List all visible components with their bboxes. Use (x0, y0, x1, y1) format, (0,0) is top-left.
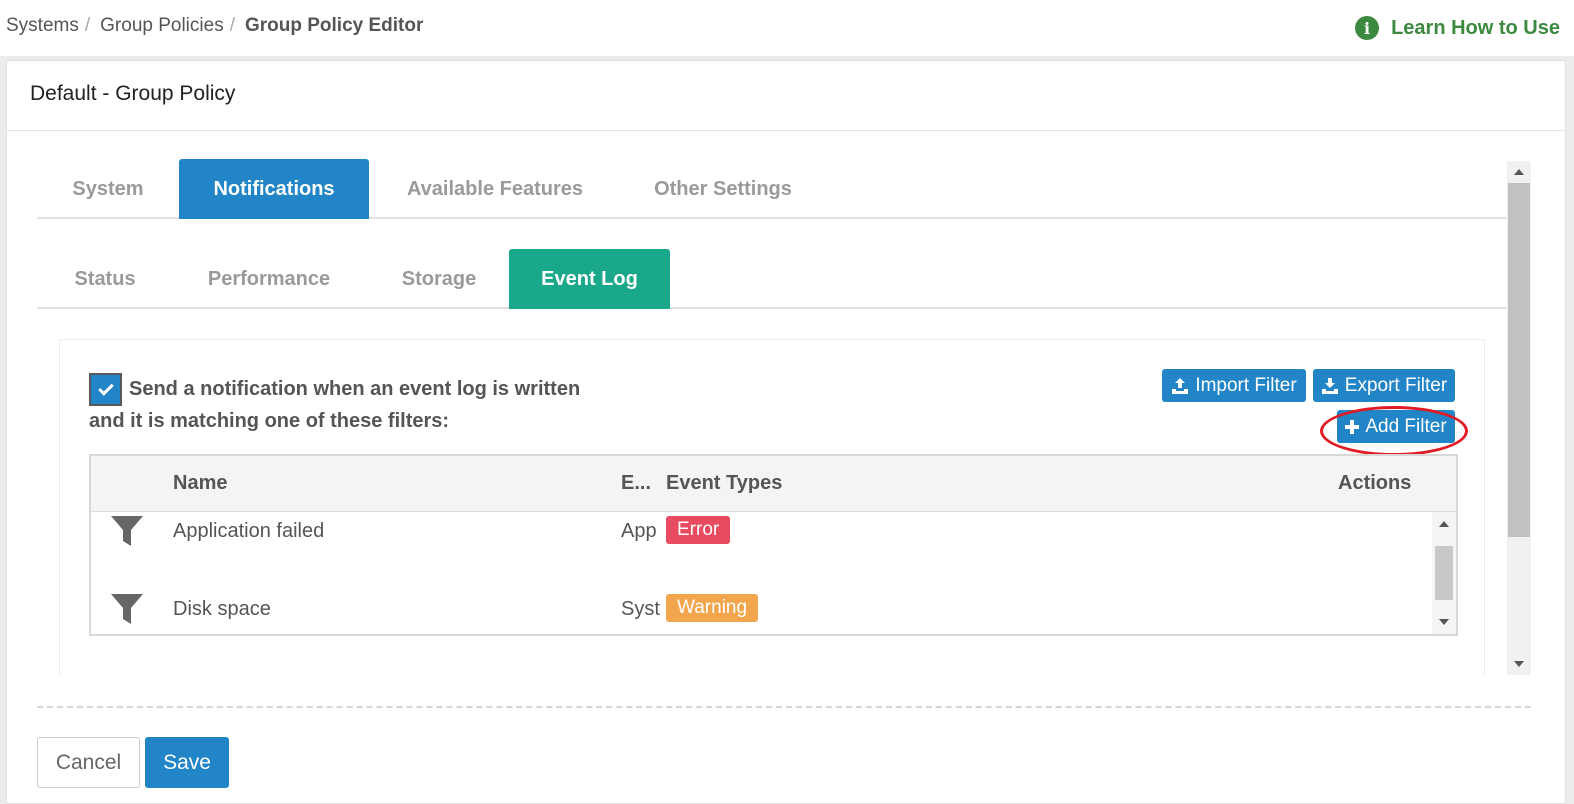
breadcrumb-separator: / (229, 15, 235, 36)
panel-scrollbar-thumb[interactable] (1508, 183, 1530, 537)
export-filter-button[interactable]: Export Filter (1313, 369, 1455, 402)
breadcrumb-current: Group Policy Editor (244, 15, 424, 36)
scroll-down-arrow-icon[interactable] (1439, 619, 1449, 625)
group-policy-panel: Default - Group Policy System Notificati… (6, 60, 1566, 804)
row-name: Disk space (173, 598, 271, 620)
table-scrollbar-thumb[interactable] (1435, 546, 1453, 600)
column-header-log[interactable]: E... (621, 472, 651, 495)
event-type-badge-warning: Warning (666, 594, 759, 622)
download-icon (1321, 377, 1339, 395)
table-row[interactable]: Disk space Syst Warning (91, 590, 1431, 650)
import-filter-label: Import Filter (1195, 374, 1297, 396)
notification-description: Send a notification when an event log is… (89, 378, 581, 432)
tab-other-settings[interactable]: Other Settings (631, 159, 815, 219)
filter-icon (111, 594, 143, 624)
tab-available-features[interactable]: Available Features (379, 159, 611, 219)
upload-icon (1171, 377, 1189, 395)
row-log: Syst (621, 598, 660, 620)
column-header-name[interactable]: Name (173, 472, 227, 495)
table-row[interactable]: Application failed App Error (91, 512, 1431, 572)
table-header: Name E... Event Types Actions (91, 456, 1456, 512)
check-icon (97, 379, 114, 396)
panel-header: Default - Group Policy (7, 61, 1565, 131)
breadcrumb: Systems / Group Policies / Group Policy Edit… (6, 15, 423, 37)
tab-notifications[interactable]: Notifications (179, 159, 369, 219)
footer-divider (37, 706, 1531, 708)
row-log: App (621, 520, 657, 542)
save-button[interactable]: Save (145, 737, 229, 788)
export-filter-label: Export Filter (1344, 374, 1448, 396)
send-notification-checkbox[interactable] (89, 373, 122, 406)
highlight-circle-annotation (1320, 406, 1468, 456)
tab-system[interactable]: System (37, 159, 179, 219)
filter-icon (111, 516, 143, 546)
event-type-badge-error: Error (666, 516, 731, 544)
scroll-down-arrow-icon[interactable] (1514, 661, 1524, 667)
tab-performance[interactable]: Performance (183, 249, 355, 309)
tab-storage[interactable]: Storage (375, 249, 503, 309)
info-icon: i (1355, 16, 1380, 40)
breadcrumb-separator: / (84, 15, 91, 36)
learn-how-to-use-link[interactable]: i Learn How to Use (1355, 16, 1560, 40)
filters-table: Name E... Event Types Actions Applicatio… (89, 454, 1458, 636)
column-header-actions: Actions (1338, 472, 1412, 494)
learn-how-to-use-label: Learn How to Use (1391, 16, 1560, 39)
column-header-event-types[interactable]: Event Types (666, 472, 782, 495)
cancel-button[interactable]: Cancel (37, 737, 140, 788)
row-name: Application failed (173, 520, 325, 542)
panel-scrollbar[interactable] (1507, 161, 1531, 675)
import-filter-button[interactable]: Import Filter (1162, 369, 1306, 402)
event-log-card: Send a notification when an event log is… (59, 339, 1485, 675)
top-bar: Systems / Group Policies / Group Policy Edit… (0, 0, 1574, 56)
scroll-up-arrow-icon[interactable] (1514, 169, 1524, 175)
page-title: Default - Group Policy (30, 82, 236, 105)
notification-sub-tabs: Status Performance Storage Event Log (37, 249, 1507, 309)
scroll-up-arrow-icon[interactable] (1439, 521, 1449, 527)
breadcrumb-systems[interactable]: Systems (6, 15, 79, 36)
breadcrumb-group-policies[interactable]: Group Policies (100, 15, 224, 36)
tab-status[interactable]: Status (37, 249, 173, 309)
main-tabs: System Notifications Available Features … (37, 159, 1507, 219)
tab-event-log[interactable]: Event Log (509, 249, 670, 309)
table-scrollbar[interactable] (1432, 512, 1456, 634)
